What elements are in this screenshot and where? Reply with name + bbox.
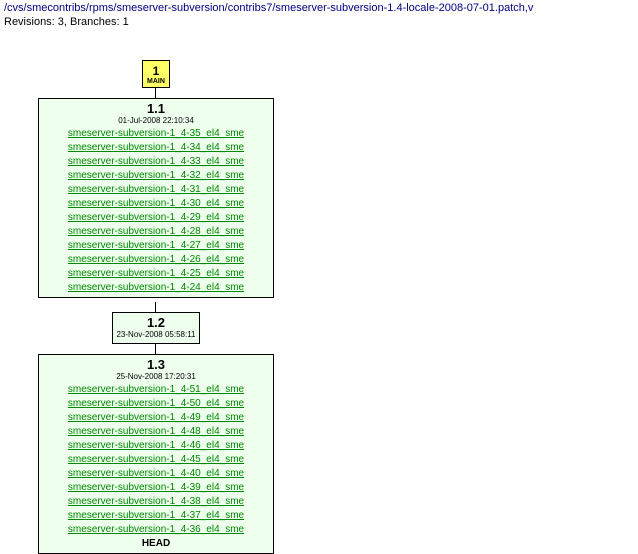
tag-link[interactable]: smeserver-subversion-1_4-32_el4_sme xyxy=(41,169,271,183)
connector xyxy=(155,344,156,354)
version-number: 1.1 xyxy=(41,101,271,116)
tag-link[interactable]: smeserver-subversion-1_4-28_el4_sme xyxy=(41,225,271,239)
tag-link[interactable]: smeserver-subversion-1_4-27_el4_sme xyxy=(41,239,271,253)
main-branch-box[interactable]: 1 MAIN xyxy=(142,60,170,88)
revision-stats: Revisions: 3, Branches: 1 xyxy=(4,16,634,28)
tag-link[interactable]: smeserver-subversion-1_4-24_el4_sme xyxy=(41,281,271,295)
tag-link[interactable]: smeserver-subversion-1_4-50_el4_sme xyxy=(41,397,271,411)
tag-link[interactable]: smeserver-subversion-1_4-38_el4_sme xyxy=(41,495,271,509)
tag-list: smeserver-subversion-1_4-51_el4_smesmese… xyxy=(41,383,271,551)
version-number: 1.2 xyxy=(115,315,197,330)
tag-link[interactable]: smeserver-subversion-1_4-51_el4_sme xyxy=(41,383,271,397)
tag-link[interactable]: smeserver-subversion-1_4-29_el4_sme xyxy=(41,211,271,225)
tag-link[interactable]: smeserver-subversion-1_4-40_el4_sme xyxy=(41,467,271,481)
revision-box-1-3[interactable]: 1.3 25-Nov-2008 17:20:31 smeserver-subve… xyxy=(38,354,274,554)
tag-link[interactable]: smeserver-subversion-1_4-45_el4_sme xyxy=(41,453,271,467)
tag-link[interactable]: smeserver-subversion-1_4-25_el4_sme xyxy=(41,267,271,281)
tag-link[interactable]: smeserver-subversion-1_4-31_el4_sme xyxy=(41,183,271,197)
tag-link[interactable]: smeserver-subversion-1_4-49_el4_sme xyxy=(41,411,271,425)
tag-link[interactable]: smeserver-subversion-1_4-30_el4_sme xyxy=(41,197,271,211)
tag-link[interactable]: smeserver-subversion-1_4-46_el4_sme xyxy=(41,439,271,453)
file-path: /cvs/smecontribs/rpms/smeserver-subversi… xyxy=(4,2,634,14)
revision-box-1-2[interactable]: 1.2 23-Nov-2008 05:58:11 xyxy=(112,312,200,344)
tag-link[interactable]: smeserver-subversion-1_4-48_el4_sme xyxy=(41,425,271,439)
connector xyxy=(155,302,156,312)
tag-link[interactable]: smeserver-subversion-1_4-34_el4_sme xyxy=(41,141,271,155)
head-label: HEAD xyxy=(41,537,271,551)
revision-date: 01-Jul-2008 22:10:34 xyxy=(41,116,271,125)
tag-link[interactable]: smeserver-subversion-1_4-36_el4_sme xyxy=(41,523,271,537)
revision-box-1-1[interactable]: 1.1 01-Jul-2008 22:10:34 smeserver-subve… xyxy=(38,98,274,298)
connector xyxy=(155,88,156,98)
tag-link[interactable]: smeserver-subversion-1_4-37_el4_sme xyxy=(41,509,271,523)
version-number: 1.3 xyxy=(41,357,271,372)
tag-link[interactable]: smeserver-subversion-1_4-33_el4_sme xyxy=(41,155,271,169)
tag-link[interactable]: smeserver-subversion-1_4-26_el4_sme xyxy=(41,253,271,267)
tag-link[interactable]: smeserver-subversion-1_4-39_el4_sme xyxy=(41,481,271,495)
tag-link[interactable]: smeserver-subversion-1_4-35_el4_sme xyxy=(41,127,271,141)
tag-list: smeserver-subversion-1_4-35_el4_smesmese… xyxy=(41,127,271,295)
main-label: MAIN xyxy=(147,78,165,85)
revision-date: 25-Nov-2008 17:20:31 xyxy=(41,372,271,381)
main-number: 1 xyxy=(153,64,160,78)
revision-date: 23-Nov-2008 05:58:11 xyxy=(115,330,197,339)
header: /cvs/smecontribs/rpms/smeserver-subversi… xyxy=(0,0,638,30)
